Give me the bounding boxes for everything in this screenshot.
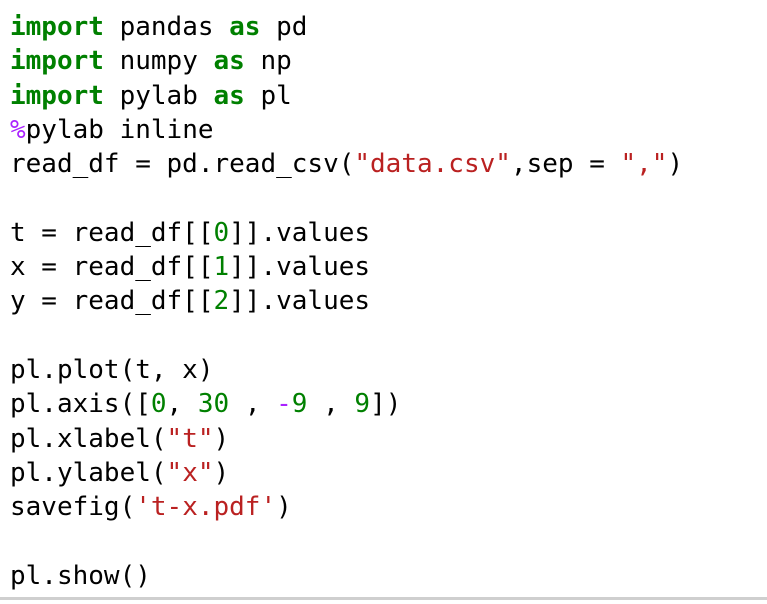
code-token-plain: y = read_df[[	[10, 286, 214, 317]
code-token-plain: read_df = pd.read_csv(	[10, 149, 355, 180]
code-token-number: 30	[197, 389, 230, 420]
code-token-plain: pandas	[103, 12, 230, 42]
code-token-string: ","	[620, 149, 668, 180]
code-token-plain: x = read_df[[	[10, 252, 214, 283]
code-token-plain: pl.show()	[10, 560, 151, 591]
code-token-plain: )	[213, 423, 230, 454]
code-line: pl.xlabel("t")	[10, 422, 683, 456]
code-token-plain: savefig(	[10, 492, 136, 523]
code-token-plain: ,	[229, 389, 277, 420]
code-token-plain: ,sep =	[510, 149, 621, 180]
code-token-plain: pd	[260, 12, 308, 42]
code-token-keyword: as	[213, 80, 245, 111]
code-token-number: 9	[354, 389, 371, 420]
code-token-plain: ]].values	[229, 252, 371, 283]
code-token-plain: ])	[370, 389, 402, 420]
code-token-keyword: import	[10, 80, 104, 111]
code-token-string: "t"	[166, 423, 214, 454]
code-line: read_df = pd.read_csv("data.csv",sep = "…	[10, 147, 683, 181]
code-token-plain: ]].values	[229, 217, 371, 248]
code-line: pl.ylabel("x")	[10, 456, 683, 490]
code-line: %pylab inline	[10, 113, 683, 147]
code-token-string: 't-x.pdf'	[135, 492, 277, 523]
code-line: import pandas as pd	[10, 10, 683, 44]
code-line: y = read_df[[2]].values	[10, 284, 683, 318]
code-line: import numpy as np	[10, 44, 683, 78]
code-line: x = read_df[[1]].values	[10, 250, 683, 284]
code-token-plain: pl.axis([	[10, 389, 151, 420]
code-token-plain: )	[213, 457, 230, 488]
code-line: pl.axis([0, 30 , -9 , 9])	[10, 387, 683, 421]
code-token-plain: pl.xlabel(	[10, 423, 167, 454]
code-token-number: 1	[213, 252, 230, 283]
code-line: pl.plot(t, x)	[10, 353, 683, 387]
code-cell[interactable]: import pandas as pd import numpy as np imp…	[0, 0, 767, 600]
code-token-plain: t = read_df[[	[10, 217, 214, 248]
code-token-keyword: import	[10, 12, 104, 42]
code-line: import pylab as pl	[10, 79, 683, 113]
code-token-plain: ,	[307, 389, 355, 420]
code-token-plain: pl.ylabel(	[10, 457, 167, 488]
code-token-number: 2	[213, 286, 230, 317]
code-token-number: 0	[213, 217, 230, 248]
code-token-number: 9	[291, 389, 308, 420]
code-token-keyword: as	[213, 46, 245, 77]
code-token-number: 0	[150, 389, 167, 420]
code-token-plain: pl.plot(t, x)	[10, 354, 214, 385]
code-token-plain: pylab inline	[25, 114, 214, 145]
code-token-plain: )	[276, 492, 292, 523]
code-token-operator: -	[276, 389, 292, 420]
code-token-string: "x"	[166, 457, 214, 488]
code-token-plain: )	[667, 149, 684, 180]
code-token-magic: %	[10, 114, 26, 145]
code-token-keyword: as	[229, 12, 261, 42]
code-line: t = read_df[[0]].values	[10, 216, 683, 250]
code-token-plain: pl	[244, 80, 292, 111]
code-token-plain: ,	[166, 389, 198, 420]
code-token-plain: pylab	[103, 80, 214, 111]
code-editor[interactable]: import pandas as pd import numpy as np imp…	[10, 10, 683, 593]
code-token-plain: numpy	[103, 46, 214, 77]
code-token-plain: ]].values	[229, 286, 371, 317]
code-line: savefig('t-x.pdf')	[10, 490, 683, 524]
code-line: pl.show()	[10, 559, 683, 593]
code-token-string: "data.csv"	[354, 149, 511, 180]
code-token-keyword: import	[10, 46, 104, 77]
code-token-plain: np	[244, 46, 292, 77]
